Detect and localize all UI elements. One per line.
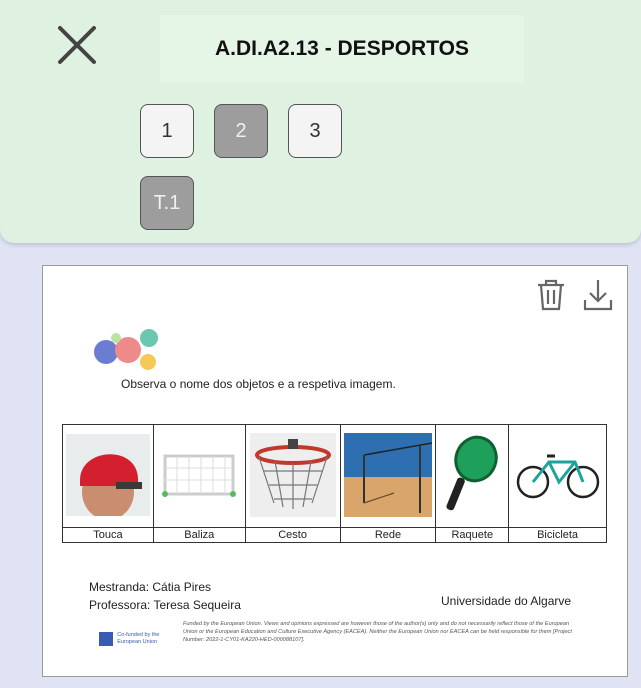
- object-label: Touca: [62, 527, 154, 543]
- activity-title-box: A.DI.A2.13 - DESPORTOS: [160, 15, 524, 83]
- credits-block: Mestranda: Cátia Pires Professora: Teres…: [89, 578, 241, 614]
- task-button[interactable]: T.1: [140, 176, 194, 230]
- goal-image: [152, 424, 246, 528]
- page-button-1[interactable]: 1: [140, 104, 194, 158]
- trash-icon[interactable]: [535, 278, 567, 312]
- volleyball-net-image: [339, 424, 437, 528]
- object-label: Raquete: [435, 527, 510, 543]
- object-label: Bicicleta: [508, 527, 607, 543]
- eu-logo-text: Co-funded by the European Union: [117, 632, 160, 645]
- racket-image: [435, 424, 510, 528]
- teacher-name: Professora: Teresa Sequeira: [89, 598, 241, 612]
- worksheet-card: Observa o nome dos objetos e a respetiva…: [42, 265, 628, 677]
- swim-cap-image: [62, 424, 154, 528]
- page-button-2[interactable]: 2: [214, 104, 268, 158]
- activity-title: A.DI.A2.13 - DESPORTOS: [214, 37, 469, 60]
- download-icon[interactable]: [583, 278, 613, 312]
- eu-logo: Co-funded by the European Union: [99, 626, 177, 652]
- header-panel: A.DI.A2.13 - DESPORTOS 1 2 3 T.1: [0, 0, 641, 243]
- eu-flag-icon: [99, 632, 114, 646]
- objects-table: Touca Baliza Cesto Rede Raquete Biciclet…: [62, 424, 607, 543]
- object-label: Cesto: [244, 527, 341, 543]
- basketball-hoop-image: [244, 424, 341, 528]
- close-icon: [58, 26, 96, 64]
- remac-logo: [91, 326, 171, 371]
- funding-disclaimer: Funded by the European Union. Views and …: [183, 621, 572, 643]
- instruction-text: Observa o nome dos objetos e a respetiva…: [121, 377, 396, 391]
- close-button[interactable]: [52, 22, 102, 72]
- bicycle-image: [508, 424, 607, 528]
- object-label: Baliza: [152, 527, 246, 543]
- page-button-3[interactable]: 3: [288, 104, 342, 158]
- student-name: Mestranda: Cátia Pires: [89, 580, 212, 594]
- university-name: Universidade do Algarve: [441, 594, 572, 608]
- object-label: Rede: [339, 527, 437, 543]
